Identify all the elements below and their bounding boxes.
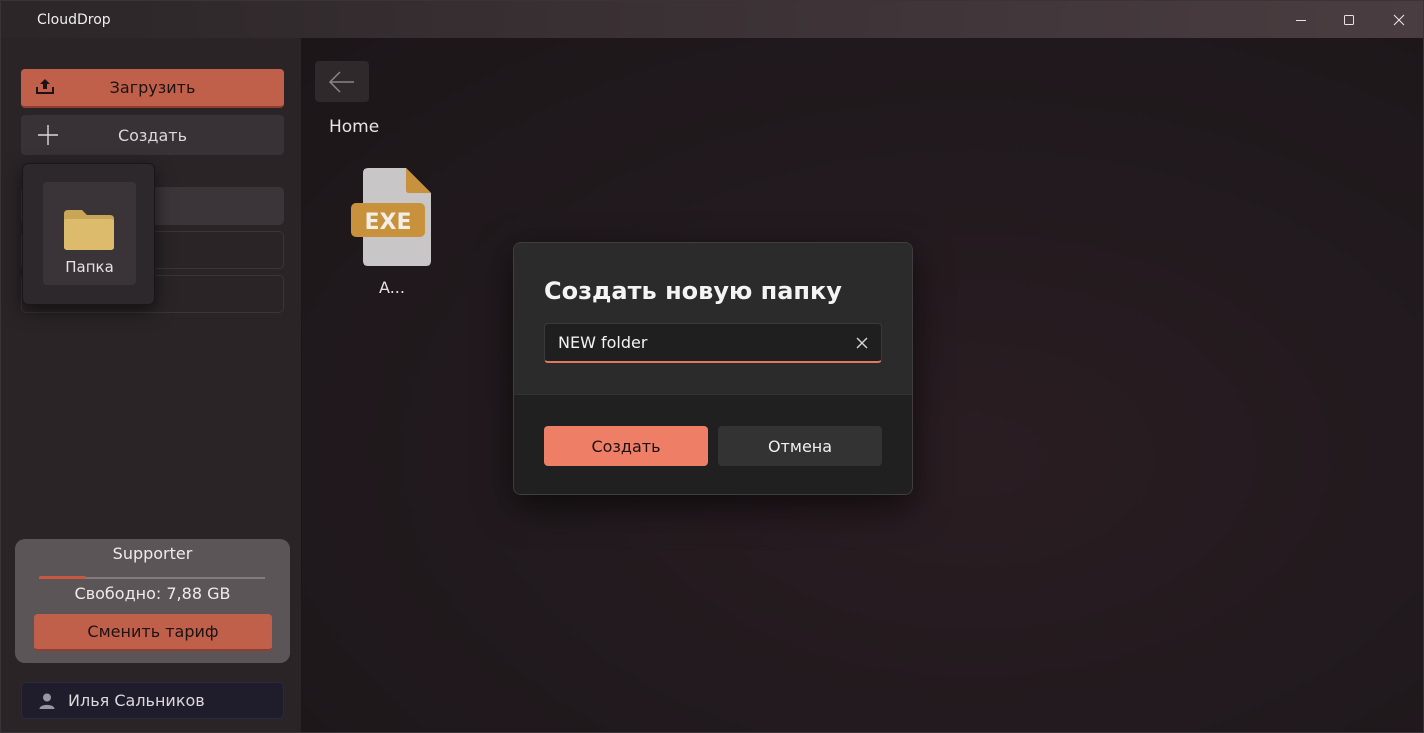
confirm-create-button[interactable]: Создать (544, 426, 708, 466)
plan-card: Supporter Свободно: 7,88 GB Сменить тари… (15, 539, 290, 663)
dialog-title: Создать новую папку (544, 277, 842, 305)
close-button[interactable] (1375, 1, 1423, 38)
create-folder-label: Папка (65, 258, 114, 276)
title-bar: CloudDrop (1, 1, 1423, 38)
upload-button[interactable]: Загрузить (21, 69, 284, 108)
file-name: A... (379, 278, 405, 297)
maximize-button[interactable] (1325, 1, 1373, 38)
user-account-button[interactable]: Илья Сальников (21, 682, 284, 719)
change-plan-label: Сменить тариф (87, 622, 219, 641)
upload-icon (36, 79, 54, 94)
app-window: CloudDrop Загрузить Создать Supporter Св… (0, 0, 1424, 733)
dialog-body: Создать новую папку (514, 243, 912, 394)
file-item[interactable]: EXE A... (349, 165, 435, 305)
folder-icon (64, 210, 114, 250)
plan-name: Supporter (112, 544, 193, 563)
create-button[interactable]: Создать (21, 115, 284, 155)
close-icon (856, 337, 868, 349)
user-icon (39, 693, 55, 709)
cancel-label: Отмена (767, 436, 833, 456)
back-button[interactable] (315, 61, 369, 102)
create-folder-dialog: Создать новую папку Создать Отмена (513, 242, 913, 495)
minimize-icon (1296, 19, 1306, 21)
breadcrumb[interactable]: Home (329, 117, 379, 137)
app-title: CloudDrop (37, 12, 111, 28)
dialog-footer: Создать Отмена (514, 394, 912, 494)
create-folder-option[interactable]: Папка (43, 182, 136, 285)
plus-icon (38, 125, 58, 145)
upload-label: Загрузить (109, 78, 196, 97)
user-name: Илья Сальников (68, 691, 205, 710)
maximize-icon (1344, 14, 1354, 25)
exe-badge-text: EXE (364, 210, 411, 235)
storage-progress-bar (39, 576, 265, 579)
cancel-button[interactable]: Отмена (718, 426, 882, 466)
confirm-create-label: Создать (591, 436, 661, 456)
sidebar: Загрузить Создать Supporter Свободно: 7,… (1, 38, 302, 732)
create-flyout-menu: Папка (22, 163, 155, 305)
free-space-label: Свободно: 7,88 GB (74, 584, 231, 603)
storage-progress-fill (39, 576, 87, 579)
folder-name-input[interactable] (545, 324, 845, 361)
arrow-left-icon (328, 70, 354, 93)
exe-file-icon: EXE (351, 168, 431, 266)
close-icon (1393, 14, 1405, 25)
clear-input-button[interactable] (851, 332, 873, 354)
minimize-button[interactable] (1277, 1, 1325, 38)
create-label: Создать (117, 125, 188, 145)
folder-name-field[interactable] (544, 323, 882, 363)
change-plan-button[interactable]: Сменить тариф (34, 614, 272, 651)
